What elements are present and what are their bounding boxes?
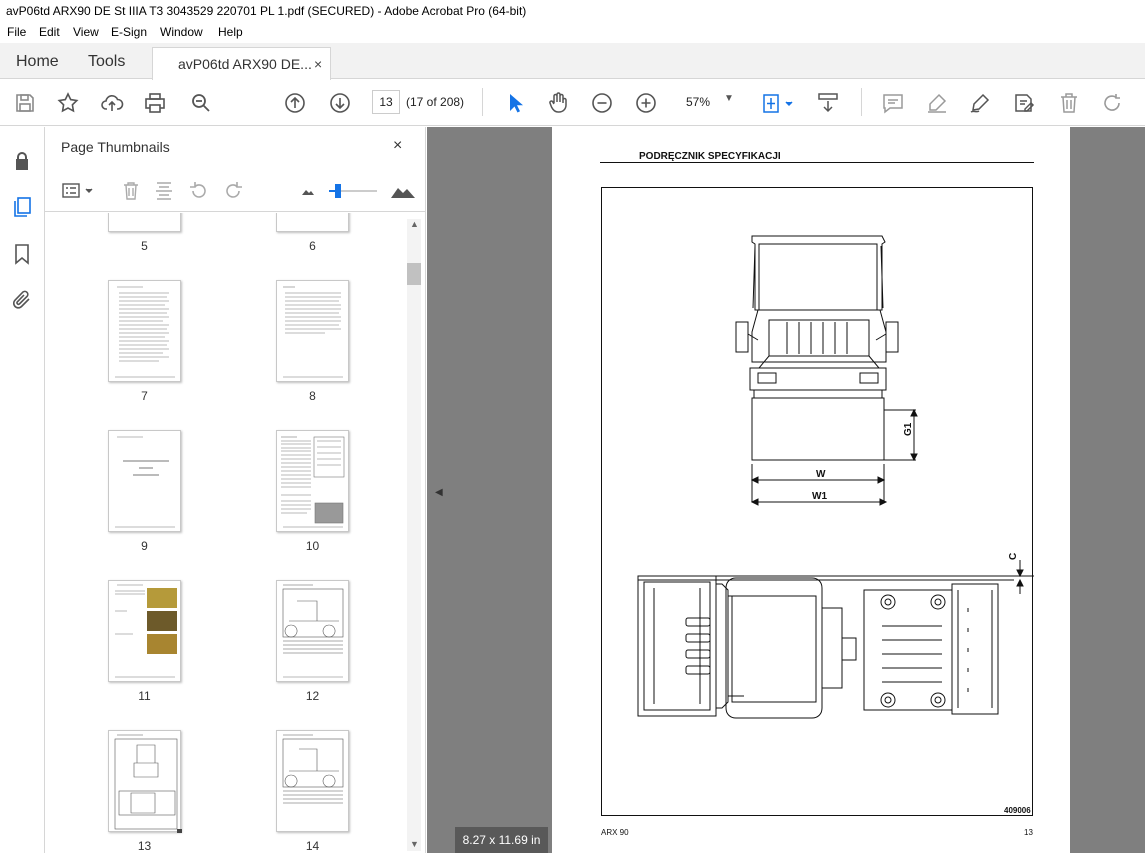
- next-page-icon[interactable]: [328, 91, 352, 115]
- toolbar-divider: [482, 88, 483, 116]
- collapse-panel-icon[interactable]: ◀: [435, 487, 443, 498]
- dimension-label-w: W: [816, 469, 826, 480]
- lock-icon[interactable]: [10, 149, 34, 173]
- zoom-in-icon[interactable]: [634, 91, 658, 115]
- edit-text-icon[interactable]: [1012, 91, 1036, 115]
- drawing-frame: W W1 G1 C: [601, 187, 1036, 816]
- header-rule: [600, 162, 1034, 163]
- comment-icon[interactable]: [881, 91, 905, 115]
- thumbnail-number: 14: [305, 839, 320, 853]
- menu-bar: File Edit View E-Sign Window Help: [0, 22, 1145, 43]
- tab-document-label: avP06td ARX90 DE...: [178, 56, 312, 72]
- toolbar-divider: [861, 88, 862, 116]
- zoom-search-icon[interactable]: [189, 91, 213, 115]
- thumbnail-page-9[interactable]: [108, 430, 181, 532]
- scroll-up-icon[interactable]: ▲: [410, 219, 419, 229]
- highlight-pen-icon[interactable]: [925, 91, 949, 115]
- thumbnail-size-slider[interactable]: [329, 180, 379, 202]
- thumbnail-page-10[interactable]: [276, 430, 349, 532]
- page-header: PODRĘCZNIK SPECYFIKACJI: [639, 151, 781, 162]
- thumbnail-page-14[interactable]: [276, 730, 349, 832]
- scrollbar-thumb[interactable]: [407, 263, 421, 285]
- menu-window[interactable]: Window: [160, 25, 203, 39]
- thumbnail-number: 13: [137, 839, 152, 853]
- thumbnail-page-7[interactable]: [108, 280, 181, 382]
- thumbnail-number: 6: [309, 239, 316, 253]
- menu-esign[interactable]: E-Sign: [111, 25, 147, 39]
- large-thumbnail-icon[interactable]: [389, 180, 417, 202]
- figure-code: 409006: [1004, 806, 1031, 815]
- thumbnail-scrollbar[interactable]: ▲ ▼: [407, 219, 421, 851]
- thumbnail-options-icon[interactable]: [61, 180, 97, 202]
- dimension-label-w1: W1: [812, 491, 827, 502]
- extract-page-icon[interactable]: [153, 180, 175, 202]
- thumbnail-number: 12: [305, 689, 320, 703]
- thumbnail-number: 9: [141, 539, 148, 553]
- delete-page-icon[interactable]: [120, 180, 142, 202]
- machine-technical-drawing: W W1 G1 C: [637, 235, 1036, 719]
- delete-trash-icon[interactable]: [1057, 91, 1081, 115]
- upload-cloud-icon[interactable]: [100, 91, 124, 115]
- chevron-down-icon: ▼: [724, 93, 734, 104]
- page-size-indicator: 8.27 x 11.69 in: [455, 827, 548, 853]
- tab-document[interactable]: avP06td ARX90 DE... ×: [152, 47, 331, 80]
- page-footer-model: ARX 90: [601, 828, 629, 837]
- rotate-right-icon[interactable]: [222, 180, 244, 202]
- redo-rotate-icon[interactable]: [1100, 91, 1124, 115]
- menu-help[interactable]: Help: [218, 25, 243, 39]
- document-viewer[interactable]: ◀ PODRĘCZNIK SPECYFIKACJI W W1 G1 C 4090…: [427, 127, 1145, 853]
- thumbnail-page-11[interactable]: [108, 580, 181, 682]
- page-count-label: (17 of 208): [406, 95, 465, 109]
- menu-edit[interactable]: Edit: [39, 25, 60, 39]
- thumbnail-page-5[interactable]: [108, 213, 181, 232]
- scrolling-mode-icon[interactable]: [816, 91, 840, 115]
- small-thumbnail-icon[interactable]: [297, 180, 319, 202]
- tab-bar: Home Tools avP06td ARX90 DE... ×: [0, 43, 1145, 80]
- thumbnail-page-6[interactable]: [276, 213, 349, 232]
- previous-page-icon[interactable]: [283, 91, 307, 115]
- save-icon[interactable]: [13, 91, 37, 115]
- window-title: avP06td ARX90 DE St IIIA T3 3043529 2207…: [6, 4, 527, 18]
- thumbnail-page-12[interactable]: [276, 580, 349, 682]
- page-thumbnails-panel: Page Thumbnails × 5 6 7 8 9 10 11 12 13 …: [45, 127, 426, 853]
- panel-close-icon[interactable]: ×: [393, 137, 402, 155]
- thumbnail-number: 10: [305, 539, 320, 553]
- thumbnail-number: 5: [141, 239, 148, 253]
- thumbnail-list: 5 6 7 8 9 10 11 12 13 14: [45, 213, 406, 853]
- tab-home[interactable]: Home: [16, 53, 59, 71]
- bookmark-star-icon[interactable]: [56, 91, 80, 115]
- draw-pen-icon[interactable]: [968, 91, 992, 115]
- tab-close-icon[interactable]: ×: [314, 56, 322, 72]
- page-footer-number: 13: [1024, 828, 1033, 837]
- rotate-left-icon[interactable]: [188, 180, 210, 202]
- thumbnail-number: 8: [309, 389, 316, 403]
- attachment-paperclip-icon[interactable]: [10, 288, 34, 312]
- tab-tools[interactable]: Tools: [88, 53, 125, 71]
- dimension-label-c: C: [1008, 553, 1019, 560]
- thumbnail-page-8[interactable]: [276, 280, 349, 382]
- page-number-input[interactable]: 13: [372, 90, 400, 114]
- pdf-page: PODRĘCZNIK SPECYFIKACJI W W1 G1 C 409006…: [552, 127, 1070, 853]
- scroll-down-icon[interactable]: ▼: [410, 839, 419, 849]
- thumbnail-number: 11: [138, 689, 151, 703]
- page-thumbnails-icon[interactable]: [10, 195, 34, 219]
- menu-file[interactable]: File: [7, 25, 26, 39]
- print-icon[interactable]: [143, 91, 167, 115]
- thumbnail-page-13[interactable]: [108, 730, 183, 834]
- panel-title: Page Thumbnails: [61, 139, 170, 155]
- zoom-level-value: 57%: [686, 95, 711, 109]
- left-navigation-rail: [0, 127, 45, 853]
- main-toolbar: 13 (17 of 208) 57% ▼: [0, 80, 1145, 126]
- zoom-level-dropdown[interactable]: 57% ▼: [678, 90, 740, 114]
- title-bar: avP06td ARX90 DE St IIIA T3 3043529 2207…: [0, 0, 1145, 22]
- page-display-icon[interactable]: [760, 91, 796, 115]
- thumbnail-toolbar: [45, 172, 426, 212]
- bookmark-icon[interactable]: [10, 242, 34, 266]
- thumbnail-number: 7: [141, 389, 148, 403]
- menu-view[interactable]: View: [73, 25, 99, 39]
- zoom-out-icon[interactable]: [590, 91, 614, 115]
- dimension-label-g1: G1: [903, 422, 914, 436]
- select-cursor-icon[interactable]: [503, 91, 527, 115]
- hand-tool-icon[interactable]: [546, 91, 570, 115]
